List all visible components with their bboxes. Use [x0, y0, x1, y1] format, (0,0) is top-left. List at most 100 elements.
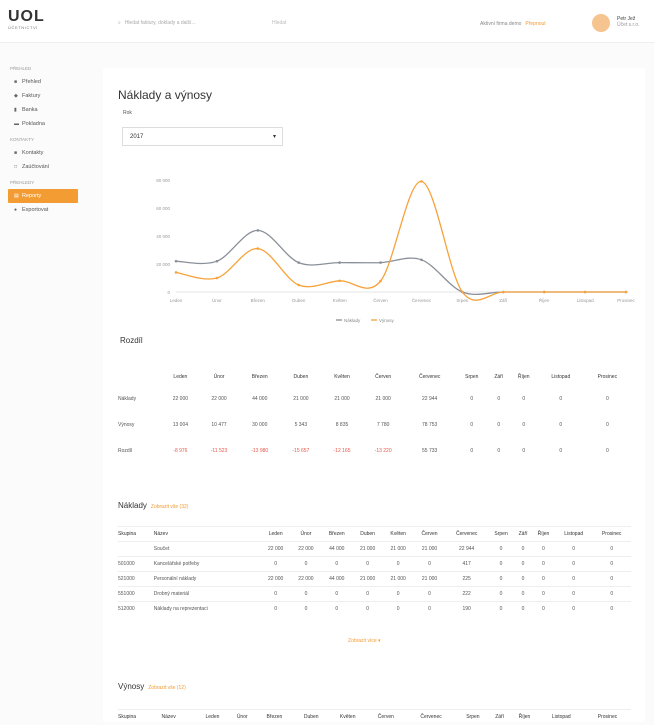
- legend-label[interactable]: Náklady: [344, 318, 361, 323]
- data-point[interactable]: [420, 180, 423, 183]
- table-cell: 0: [531, 586, 555, 602]
- bank-icon: ▮: [14, 107, 17, 113]
- data-point[interactable]: [256, 229, 260, 232]
- table-row[interactable]: 501000 Kancelářské potřeby 0 0 0 0 0 0 417 0 0 0 0 0: [118, 556, 631, 572]
- table-cell: Náklady na reprezentaci: [153, 601, 261, 617]
- column-header: Červen: [366, 709, 406, 725]
- rozdil-section-title: Rozdíl: [120, 336, 143, 345]
- sidebar-item-label: Pokladna: [22, 121, 45, 127]
- home-icon: ■: [14, 79, 18, 85]
- data-point[interactable]: [583, 290, 587, 294]
- table-cell: 0: [514, 556, 532, 572]
- table-row: Náklady 22 000 22 000 44 000 21 000 21 000 21 …: [118, 386, 631, 412]
- search-input[interactable]: ⌕ Hledat faktury, doklady a další... Hled…: [118, 20, 298, 26]
- column-header: Červenec: [418, 374, 441, 380]
- column-header: Červenec: [445, 526, 488, 542]
- table-cell: 0: [531, 541, 555, 557]
- sidebar-item-invoice[interactable]: ◆ Faktury: [0, 89, 86, 103]
- switch-company-link[interactable]: Přepnout: [525, 21, 545, 27]
- table-cell: 7 780: [376, 422, 390, 428]
- sidebar-item-cash[interactable]: ▬ Pokladna: [0, 117, 86, 131]
- table-cell: 0: [321, 586, 353, 602]
- naklady-section-title: Náklady Zobrazit vše (32): [118, 501, 188, 510]
- data-point[interactable]: [256, 247, 260, 250]
- avatar[interactable]: [592, 14, 610, 32]
- user-menu[interactable]: Petr Jež Účet s.r.o.: [617, 16, 640, 28]
- table-cell: 0: [592, 586, 631, 602]
- column-header: Listopad: [554, 526, 593, 542]
- search-hint[interactable]: Hledat: [272, 20, 286, 26]
- vynosy-show-all-link[interactable]: Zobrazit vše (12): [148, 685, 186, 691]
- table-row[interactable]: Součet 22 000 22 000 44 000 21 000 21 000 21 0…: [118, 541, 631, 557]
- table-cell: 0: [487, 586, 515, 602]
- sidebar-item-label: Exportovat: [22, 207, 49, 213]
- invoice-icon: ◆: [14, 93, 18, 99]
- data-point[interactable]: [215, 276, 219, 280]
- sidebar-item-label: Faktury: [22, 93, 41, 99]
- x-tick-label: Leden: [170, 298, 183, 303]
- data-point[interactable]: [297, 261, 301, 264]
- table-cell: Kancelářské potřeby: [153, 556, 261, 572]
- column-header: Duben: [352, 526, 383, 542]
- data-point[interactable]: [379, 279, 382, 283]
- sidebar-item-contacts[interactable]: ■ Kontakty: [0, 146, 86, 160]
- x-tick-label: Červenec: [412, 297, 432, 303]
- naklady-show-all-link[interactable]: Zobrazit vše (32): [151, 504, 189, 510]
- naklady-table: Skupina Název Leden Únor Březen Duben Květen Če…: [118, 526, 631, 617]
- data-point[interactable]: [542, 290, 546, 294]
- table-cell: 0: [497, 396, 501, 402]
- table-row[interactable]: 512000 Náklady na reprezentaci 0 0 0 0 0 0 190 0 0…: [118, 601, 631, 617]
- data-point[interactable]: [297, 283, 301, 287]
- account-switcher[interactable]: Aktivní firma demo Přepnout: [480, 21, 546, 27]
- table-cell: 21 000: [382, 541, 414, 557]
- line-chart: 0 20 000 40 000 60 000 80 000 Leden Únor Březen…: [156, 178, 635, 323]
- table-cell: 0: [487, 541, 515, 557]
- column-header: Září: [488, 709, 511, 725]
- logo[interactable]: UOL ÚČETNICTVÍ: [8, 9, 45, 31]
- data-point[interactable]: [501, 290, 505, 294]
- show-more-button[interactable]: Zobrazit více ▾: [348, 638, 381, 644]
- table-cell: 21 000: [352, 541, 383, 557]
- data-point[interactable]: [174, 259, 178, 263]
- table-cell: 10 477: [211, 422, 227, 428]
- sidebar: Přehled ■ Přehled ◆ Faktury ▮ Banka ▬ Pokladna Ko…: [0, 60, 86, 217]
- column-header: Září: [494, 374, 504, 380]
- table-cell: 0: [352, 556, 383, 572]
- sidebar-item-export[interactable]: ● Exportovat: [0, 203, 86, 217]
- table-cell: 417: [445, 556, 488, 572]
- cash-icon: ▬: [14, 121, 19, 127]
- table-cell: 0: [487, 571, 515, 587]
- sidebar-heading: Přehled: [10, 66, 32, 71]
- series-line-vynosy: [175, 180, 626, 301]
- table-cell: 521000: [118, 571, 154, 587]
- data-point[interactable]: [461, 290, 464, 294]
- legend-label[interactable]: Výnosy: [379, 318, 395, 323]
- table-cell: 22 944: [445, 541, 488, 557]
- table-cell: 5 343: [294, 422, 308, 428]
- table-cell: 0: [592, 541, 631, 557]
- data-point[interactable]: [215, 259, 219, 263]
- column-header: [118, 368, 162, 386]
- data-point[interactable]: [379, 261, 382, 264]
- sidebar-item-bank[interactable]: ▮ Banka: [0, 103, 86, 117]
- table-row[interactable]: 551000 Drobný materiál 0 0 0 0 0 0 222 0 0 0 0 0: [118, 586, 631, 602]
- sidebar-item-document[interactable]: □ Zaúčtování: [0, 160, 86, 174]
- table-row[interactable]: 521000 Personální náklady 22 000 22 000 44 0…: [118, 571, 631, 587]
- y-tick-label: 20 000: [156, 262, 170, 267]
- vynosy-table: Skupina Název Leden Únor Březen Duben Květen Če…: [118, 709, 631, 725]
- data-point[interactable]: [624, 290, 628, 294]
- column-header: Říjen: [531, 526, 555, 542]
- column-header: Leden: [173, 374, 188, 380]
- sidebar-item-home[interactable]: ■ Přehled: [0, 75, 86, 89]
- table-cell: 0: [592, 571, 631, 587]
- data-point[interactable]: [338, 279, 341, 283]
- data-point[interactable]: [338, 261, 341, 264]
- column-header: Duben: [293, 709, 329, 725]
- data-point[interactable]: [174, 271, 178, 274]
- search-placeholder: Hledat faktury, doklady a další...: [124, 20, 196, 26]
- table-cell: 0: [531, 556, 555, 572]
- table-cell: 0: [470, 396, 474, 402]
- data-point[interactable]: [420, 258, 423, 262]
- sidebar-item-reports[interactable]: ▤ Reporty: [8, 189, 78, 203]
- sidebar-item-label: Přehled: [22, 79, 41, 85]
